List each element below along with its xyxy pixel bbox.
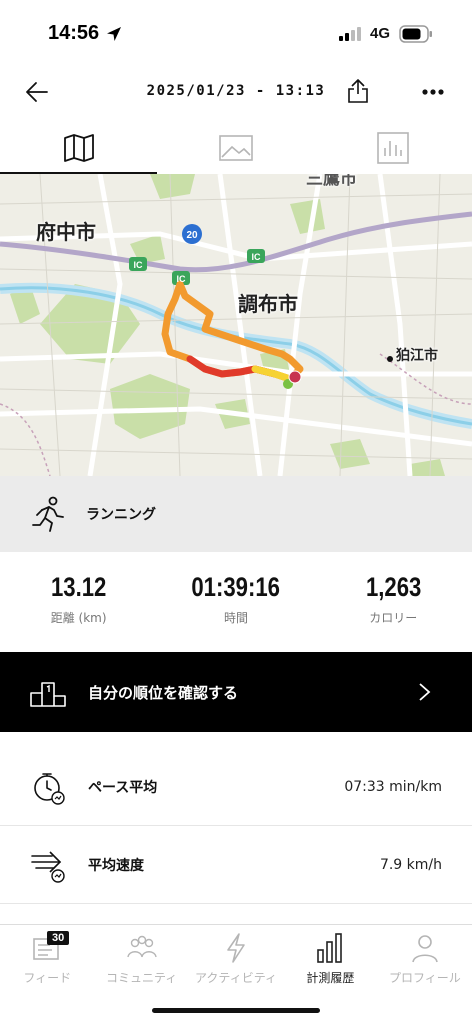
nav-history[interactable]: 計測履歴 xyxy=(283,925,377,994)
location-arrow-icon xyxy=(107,27,121,41)
podium-icon xyxy=(30,682,66,707)
chart-icon xyxy=(377,132,410,164)
community-icon xyxy=(126,935,157,958)
tab-charts[interactable] xyxy=(315,122,472,174)
stat-distance: 13.12 距離 (km) xyxy=(0,572,157,642)
profile-icon xyxy=(412,935,438,963)
metric-row-pace: ペース平均 07:33 min/km xyxy=(0,748,472,826)
stat-calories-value: 1,263 xyxy=(365,572,421,602)
nav-profile-label: プロフィール xyxy=(388,971,461,985)
battery-icon xyxy=(399,25,432,43)
metric-speed-label: 平均速度 xyxy=(88,857,144,874)
status-bar: 14:56 4G xyxy=(0,0,472,68)
back-arrow-icon xyxy=(26,82,48,102)
svg-text:20: 20 xyxy=(186,230,198,241)
nav-community[interactable]: コミュニティ xyxy=(94,925,188,994)
check-rank-label: 自分の順位を確認する xyxy=(88,683,239,702)
running-person-icon xyxy=(32,496,64,532)
stopwatch-pace-icon xyxy=(34,772,65,805)
nav-feed-label: フィード xyxy=(23,971,72,985)
page-title: 2025/01/23 - 13:13 xyxy=(146,83,326,99)
network-type: 4G xyxy=(370,25,391,42)
lightning-icon xyxy=(227,933,245,963)
metric-row-speed: 平均速度 7.9 km/h xyxy=(0,826,472,904)
tab-photos[interactable] xyxy=(157,122,314,174)
more-options-button[interactable] xyxy=(418,77,448,107)
stat-calories: 1,263 カロリー xyxy=(315,572,472,642)
image-icon xyxy=(219,135,253,161)
stat-distance-value: 13.12 xyxy=(50,572,107,602)
nav-profile[interactable]: プロフィール xyxy=(378,925,472,994)
nav-history-label: 計測履歴 xyxy=(306,971,355,985)
header: 2025/01/23 - 13:13 xyxy=(0,68,472,118)
nav-activity-label: アクティビティ xyxy=(195,971,277,985)
map-label-komae: 狛江市 xyxy=(396,348,438,364)
stat-time-value: 01:39:16 xyxy=(191,572,281,602)
feed-badge: 30 xyxy=(47,931,70,945)
metric-pace-value: 07:33 min/km xyxy=(344,778,442,795)
share-icon xyxy=(348,79,368,103)
view-tabs xyxy=(0,122,472,174)
svg-text:IC: IC xyxy=(134,260,144,270)
nav-feed[interactable]: 30 フィード xyxy=(0,925,94,994)
stat-distance-label: 距離 (km) xyxy=(50,611,107,625)
map-label-fuchu: 府中市 xyxy=(36,220,96,244)
activity-type-bar: ランニング xyxy=(0,476,472,552)
stat-time-label: 時間 xyxy=(223,611,248,625)
nav-community-label: コミュニティ xyxy=(105,971,178,985)
signal-icon xyxy=(339,27,361,41)
bottom-navigation: 30 フィード コミュニティ アクティビティ 計測履歴 プロフィール xyxy=(0,924,472,994)
status-time: 14:56 xyxy=(48,22,100,44)
map-icon xyxy=(63,134,94,162)
back-button[interactable] xyxy=(22,77,52,107)
nav-activity[interactable]: アクティビティ xyxy=(189,925,283,994)
stat-time: 01:39:16 時間 xyxy=(157,572,314,642)
share-button[interactable] xyxy=(344,76,372,106)
chevron-right-icon xyxy=(419,683,431,701)
tab-map[interactable] xyxy=(0,122,158,174)
home-indicator[interactable] xyxy=(152,1008,320,1013)
metric-speed-value: 7.9 km/h xyxy=(379,856,442,873)
stat-calories-label: カロリー xyxy=(369,611,418,625)
summary-stats: 13.12 距離 (km) 01:39:16 時間 1,263 カロリー xyxy=(0,572,472,642)
metric-pace-label: ペース平均 xyxy=(88,779,158,796)
more-dots-icon xyxy=(422,89,444,95)
check-rank-button[interactable]: 自分の順位を確認する xyxy=(0,652,472,732)
svg-text:IC: IC xyxy=(252,252,262,262)
svg-text:IC: IC xyxy=(177,274,187,284)
bar-chart-icon xyxy=(317,933,343,963)
activity-type-label: ランニング xyxy=(86,507,156,523)
map-label-chofu: 調布市 xyxy=(238,292,298,316)
speed-icon xyxy=(31,850,65,883)
map-label-mitaka: 三鷹市 xyxy=(306,174,357,189)
route-map[interactable]: 20 IC IC IC 三鷹市 府中市 調布市 狛江市 xyxy=(0,174,472,476)
